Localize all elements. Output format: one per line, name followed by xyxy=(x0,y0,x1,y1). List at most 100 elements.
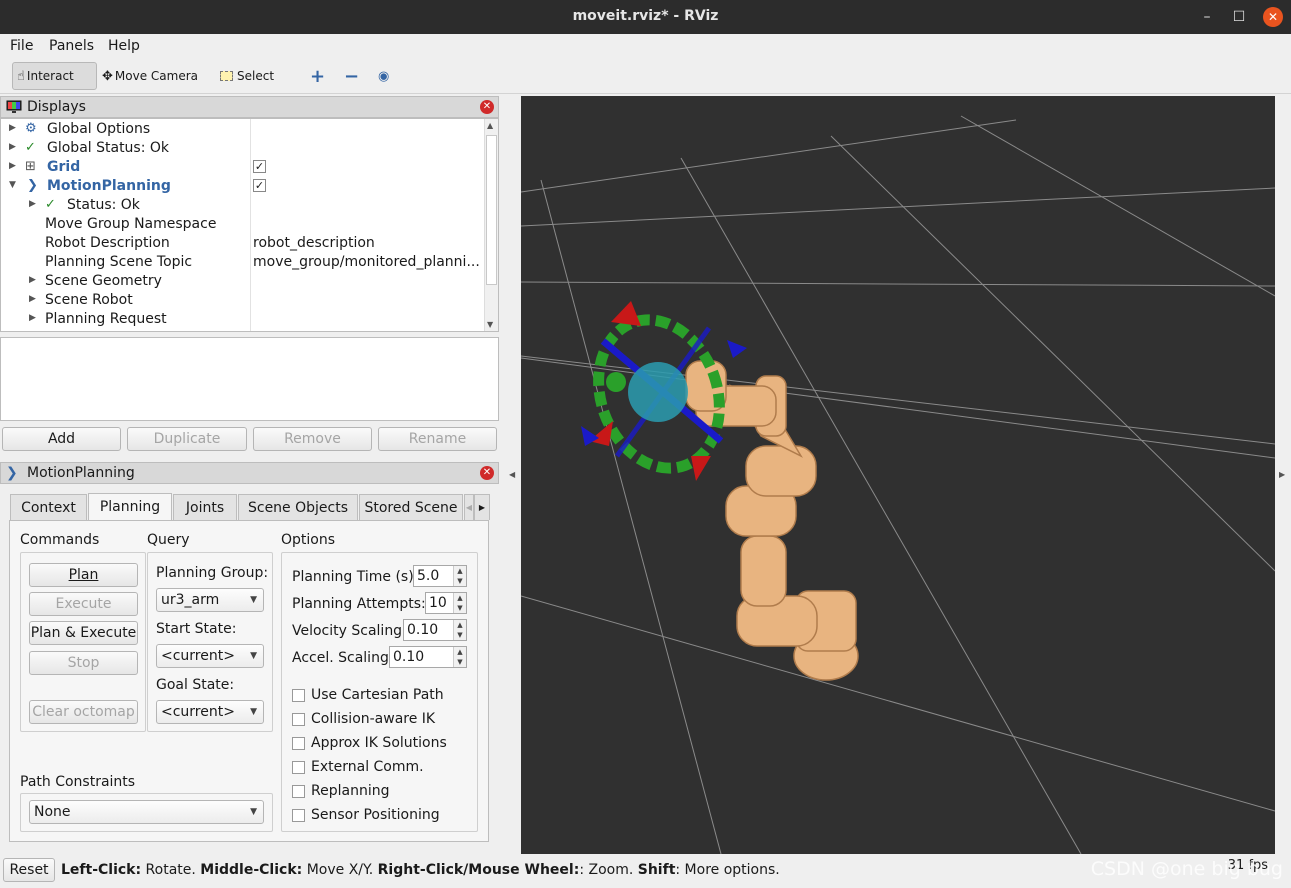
tree-row-value[interactable]: move_group/monitored_planni... xyxy=(253,254,480,270)
expand-arrow-icon[interactable]: ▶ xyxy=(9,142,16,152)
interact-tool-button[interactable]: ☝ Interact xyxy=(12,62,97,90)
3d-viewport[interactable] xyxy=(521,96,1275,854)
motionplanning-enabled-checkbox[interactable]: ✓ xyxy=(253,179,266,192)
tree-row-label: Move Group Namespace xyxy=(45,216,217,232)
checkbox-box[interactable] xyxy=(292,689,305,702)
plan-and-execute-button[interactable]: Plan & Execute xyxy=(29,621,138,645)
menu-file[interactable]: File xyxy=(10,38,33,54)
tree-row-planning-scene-topic[interactable]: Planning Scene Topic move_group/monitore… xyxy=(1,253,485,272)
tab-context[interactable]: Context xyxy=(10,494,87,520)
tree-row-label: Planning Scene Topic xyxy=(45,254,193,270)
scroll-down-icon[interactable]: ▼ xyxy=(487,320,493,329)
move-camera-label: Move Camera xyxy=(114,69,198,83)
tree-row-move-group-namespace[interactable]: Move Group Namespace xyxy=(1,215,485,234)
checkbox-box[interactable] xyxy=(292,761,305,774)
status-message: Left-Click: Rotate. Middle-Click: Move X… xyxy=(61,862,780,878)
stop-button[interactable]: Stop xyxy=(29,651,138,675)
checkbox-box[interactable] xyxy=(292,785,305,798)
add-tool-button[interactable]: + xyxy=(306,62,330,90)
move-camera-tool-button[interactable]: ✥ Move Camera xyxy=(98,62,203,90)
motionplanning-icon: ❯ xyxy=(27,178,38,193)
clear-octomap-button[interactable]: Clear octomap xyxy=(29,700,138,724)
tree-row-global-options[interactable]: ▶ ⚙ Global Options xyxy=(1,120,485,139)
accel-scaling-spinbox[interactable]: 0.10 ▲ ▼ xyxy=(389,646,467,668)
status-middle-click-key: Middle-Click: xyxy=(200,862,303,878)
tree-row-robot-description[interactable]: Robot Description robot_description xyxy=(1,234,485,253)
duplicate-display-button[interactable]: Duplicate xyxy=(127,427,247,451)
expand-arrow-icon[interactable]: ▶ xyxy=(9,123,16,133)
remove-tool-button[interactable]: − xyxy=(340,62,364,90)
status-left-click-key: Left-Click: xyxy=(61,862,142,878)
tree-row-planning-request[interactable]: ▶ Planning Request xyxy=(1,310,485,329)
rename-display-button[interactable]: Rename xyxy=(378,427,497,451)
tree-row-label: Planning Request xyxy=(45,311,167,327)
planning-attempts-spinbox[interactable]: 10 ▲ ▼ xyxy=(425,592,467,614)
remove-display-button[interactable]: Remove xyxy=(253,427,372,451)
commands-title: Commands xyxy=(20,532,100,548)
expand-arrow-icon[interactable]: ▶ xyxy=(29,275,36,285)
minimize-button[interactable]: – xyxy=(1196,6,1218,28)
spin-arrows-icon[interactable]: ▲ ▼ xyxy=(453,647,466,667)
tree-row-motionplanning[interactable]: ▼ ❯ MotionPlanning ✓ xyxy=(1,177,485,196)
expand-arrow-icon[interactable]: ▶ xyxy=(29,294,36,304)
add-display-button[interactable]: Add xyxy=(2,427,121,451)
planning-time-spinbox[interactable]: 5.0 ▲ ▼ xyxy=(413,565,467,587)
menu-help[interactable]: Help xyxy=(108,38,140,54)
plan-button[interactable]: Plan xyxy=(29,563,138,587)
path-constraints-select[interactable]: None ▼ xyxy=(29,800,264,824)
checkbox-box[interactable] xyxy=(292,737,305,750)
tab-scene-objects[interactable]: Scene Objects xyxy=(238,494,358,520)
checkmark-icon: ✓ xyxy=(45,197,56,212)
motionplanning-panel-header: ❯ MotionPlanning ✕ xyxy=(0,462,499,484)
expand-arrow-icon[interactable]: ▶ xyxy=(29,313,36,323)
chevron-down-icon: ▼ xyxy=(250,651,257,661)
tab-planning[interactable]: Planning xyxy=(88,493,172,521)
checkbox-box[interactable] xyxy=(292,809,305,822)
motionplanning-close-icon[interactable]: ✕ xyxy=(480,466,494,480)
tree-row-value[interactable]: robot_description xyxy=(253,235,375,251)
interact-label: Interact xyxy=(26,69,74,83)
spin-arrows-icon[interactable]: ▲ ▼ xyxy=(453,620,466,640)
collapse-arrow-icon[interactable]: ▼ xyxy=(9,180,16,190)
planning-group-select[interactable]: ur3_arm ▼ xyxy=(156,588,264,612)
expand-arrow-icon[interactable]: ▶ xyxy=(29,199,36,209)
tab-scroll-right-icon[interactable]: ▶ xyxy=(474,494,490,520)
close-window-button[interactable]: ✕ xyxy=(1263,7,1283,27)
query-title: Query xyxy=(147,532,190,548)
goal-state-select[interactable]: <current> ▼ xyxy=(156,700,264,724)
tab-scroll-left-icon[interactable]: ◀ xyxy=(464,494,474,520)
window-title: moveit.rviz* - RViz xyxy=(572,8,719,24)
tree-row-grid[interactable]: ▶ ⊞ Grid ✓ xyxy=(1,158,485,177)
tab-joints[interactable]: Joints xyxy=(173,494,237,520)
velocity-scaling-spinbox[interactable]: 0.10 ▲ ▼ xyxy=(403,619,467,641)
menu-panels[interactable]: Panels xyxy=(49,38,94,54)
reset-view-button[interactable]: Reset xyxy=(3,858,55,882)
select-tool-button[interactable]: Select xyxy=(216,62,281,90)
scroll-up-icon[interactable]: ▲ xyxy=(487,121,493,130)
displays-scrollbar[interactable]: ▲ ▼ xyxy=(484,119,498,331)
eye-icon[interactable]: ◉ xyxy=(374,62,398,90)
planning-group-value: ur3_arm xyxy=(161,592,220,608)
tree-row-scene-robot[interactable]: ▶ Scene Robot xyxy=(1,291,485,310)
expand-arrow-icon[interactable]: ▶ xyxy=(9,161,16,171)
tree-row-scene-geometry[interactable]: ▶ Scene Geometry xyxy=(1,272,485,291)
hand-pointer-icon: ☝ xyxy=(17,68,25,84)
displays-tree: ▶ ⚙ Global Options ▶ ✓ Global Status: Ok… xyxy=(0,118,499,332)
spin-arrows-icon[interactable]: ▲ ▼ xyxy=(453,566,466,586)
tree-row-label: Global Status: Ok xyxy=(47,140,170,156)
monitor-icon xyxy=(6,100,22,113)
maximize-button[interactable]: ☐ xyxy=(1228,6,1250,28)
tree-row-status[interactable]: ▶ ✓ Status: Ok xyxy=(1,196,485,215)
execute-button[interactable]: Execute xyxy=(29,592,138,616)
tree-row-global-status[interactable]: ▶ ✓ Global Status: Ok xyxy=(1,139,485,158)
spin-arrows-icon[interactable]: ▲ ▼ xyxy=(453,593,466,613)
checkbox-box[interactable] xyxy=(292,713,305,726)
accel-scaling-label: Accel. Scaling: xyxy=(292,650,394,666)
collapse-right-panel-icon[interactable]: ▶ xyxy=(1279,470,1285,479)
displays-close-icon[interactable]: ✕ xyxy=(480,100,494,114)
tab-stored-scene[interactable]: Stored Scene xyxy=(359,494,463,520)
scrollbar-thumb[interactable] xyxy=(486,135,497,285)
collapse-left-panel-icon[interactable]: ◀ xyxy=(509,470,515,479)
start-state-select[interactable]: <current> ▼ xyxy=(156,644,264,668)
grid-enabled-checkbox[interactable]: ✓ xyxy=(253,160,266,173)
